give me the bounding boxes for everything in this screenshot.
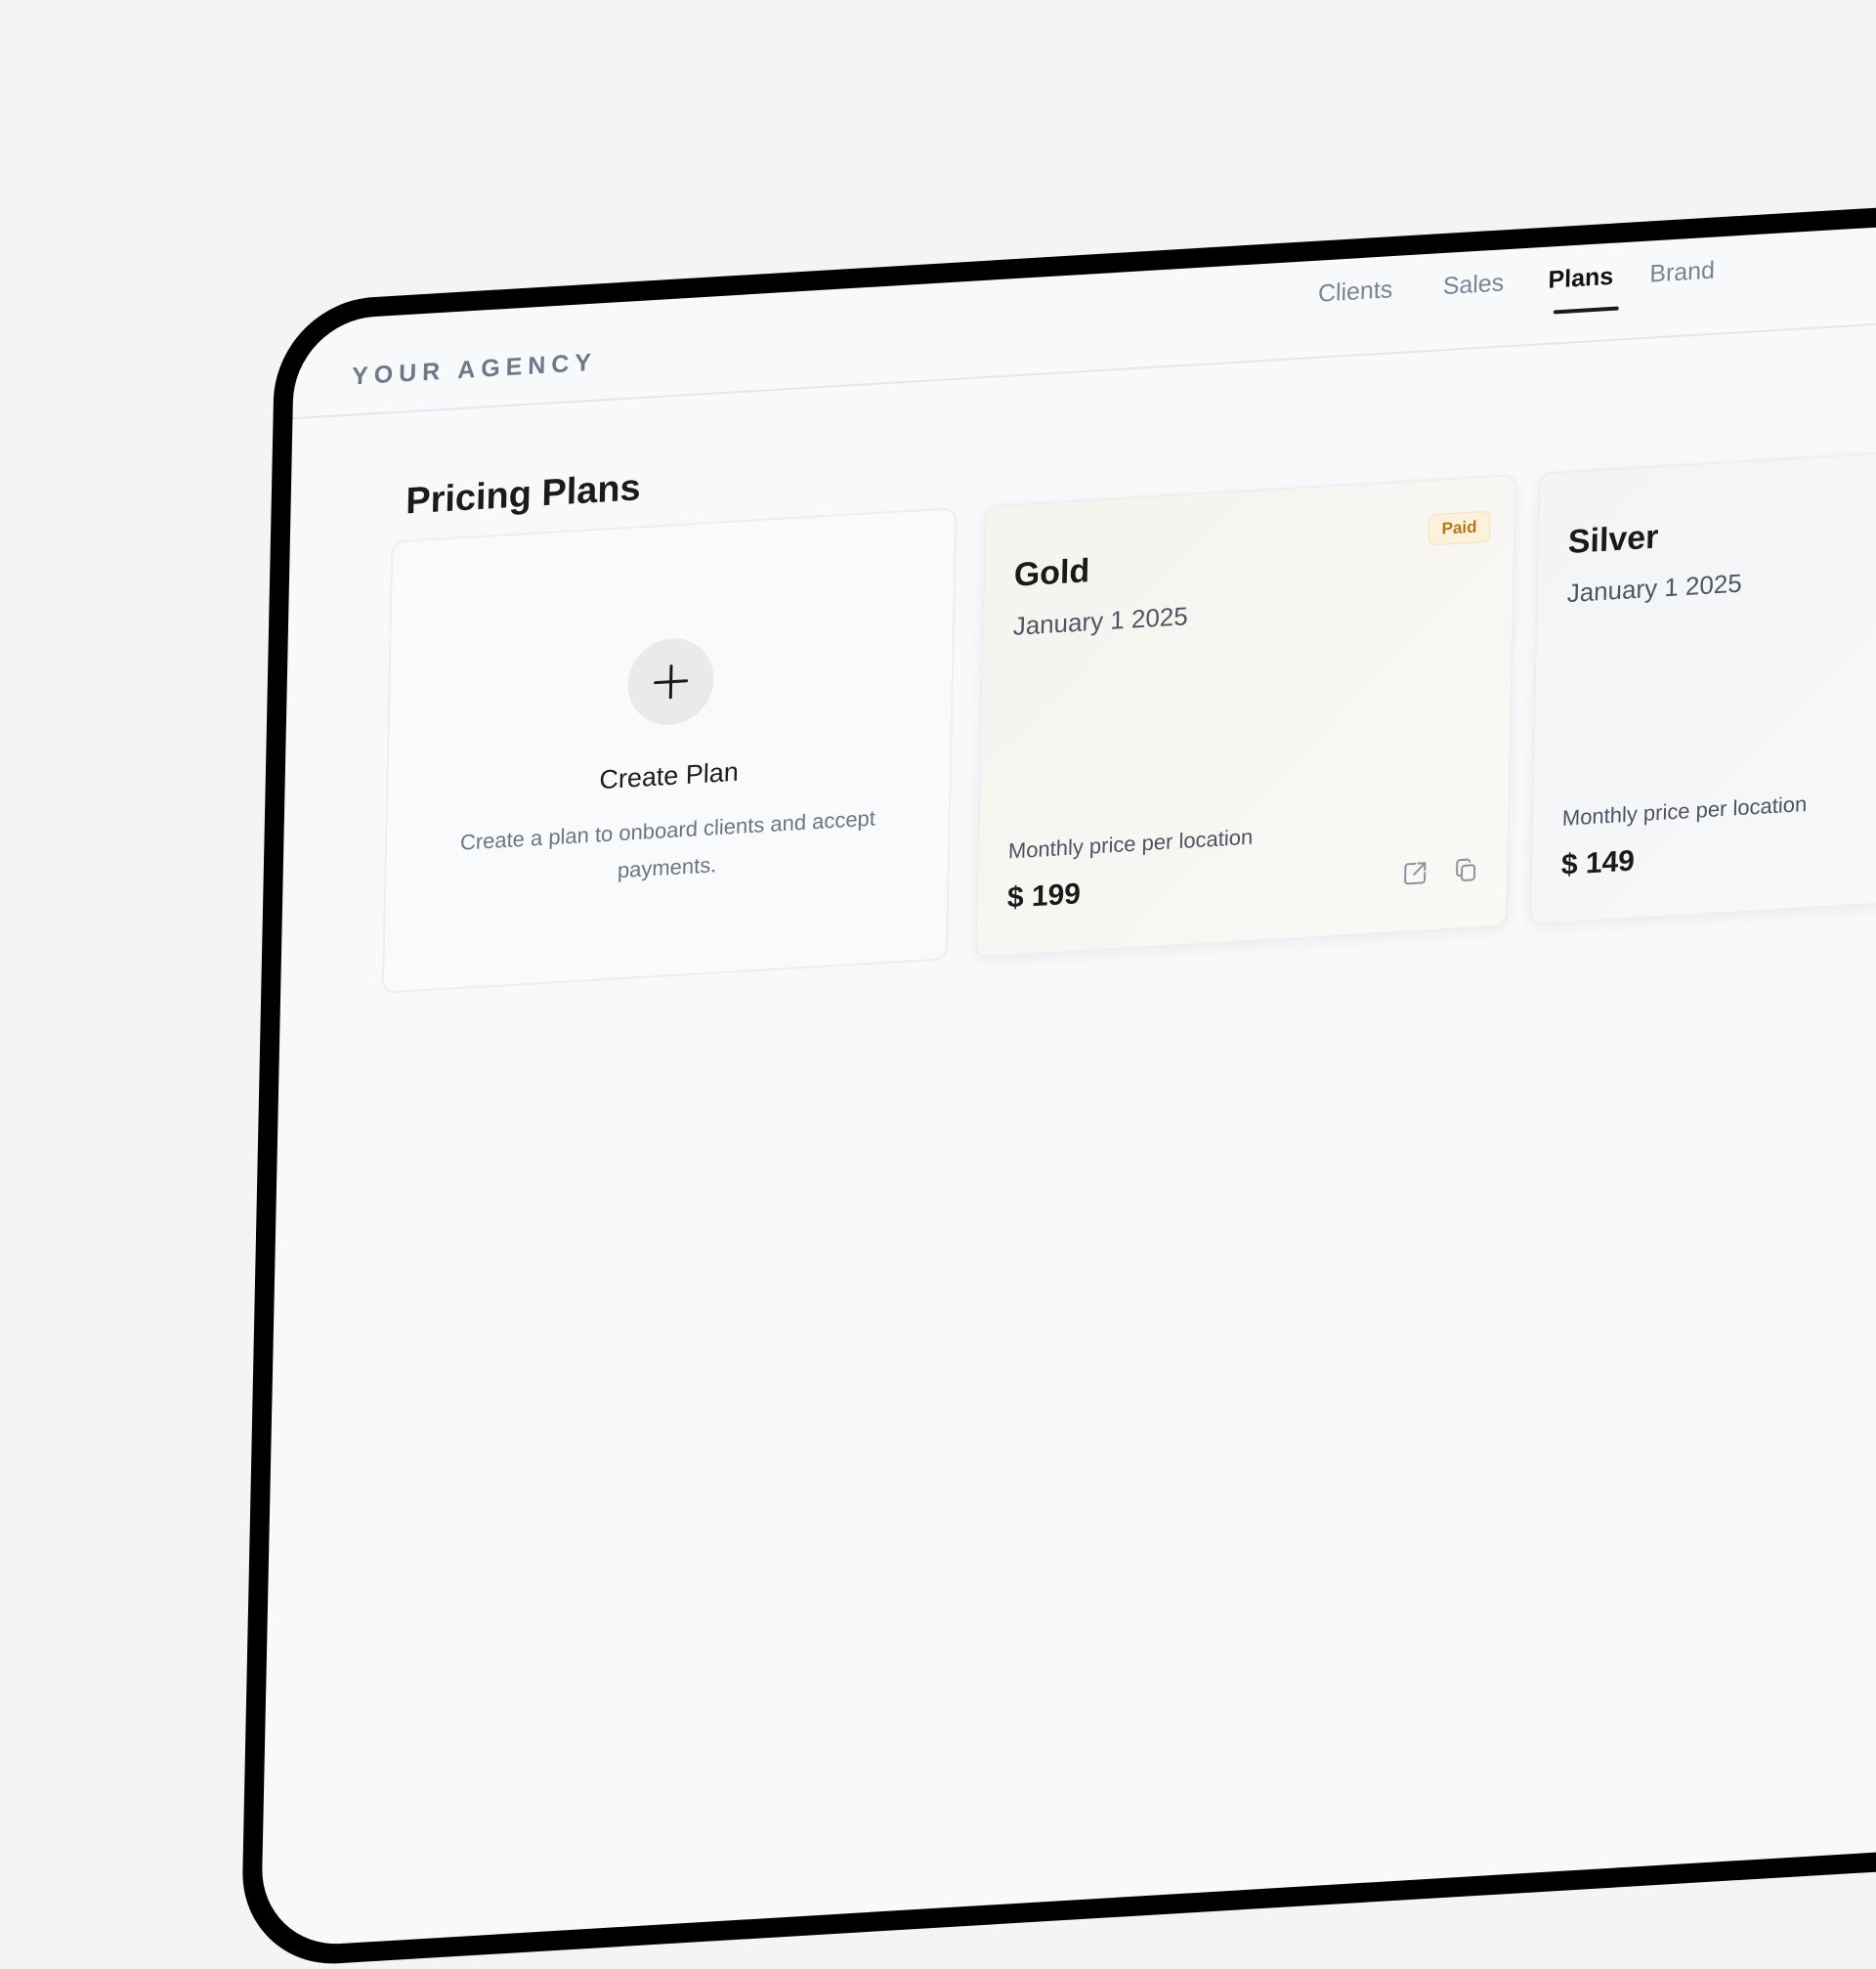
price-value: $ 149: [1560, 844, 1636, 882]
create-plan-description: Create a plan to onboard clients and acc…: [459, 805, 876, 883]
agency-logo[interactable]: YOUR AGENCY: [352, 349, 597, 392]
plan-name: Gold: [1013, 552, 1090, 594]
plan-card-gold[interactable]: Gold January 1 2025 Paid Monthly price p…: [974, 473, 1517, 959]
nav-item-plans[interactable]: Plans: [1548, 263, 1613, 315]
plus-icon[interactable]: [626, 635, 715, 728]
price-label: Monthly price per location: [1561, 791, 1808, 831]
price-label: Monthly price per location: [1007, 824, 1254, 864]
price-value: $ 199: [1006, 877, 1082, 915]
page-title: Pricing Plans: [405, 467, 642, 523]
external-link-icon[interactable]: [1399, 857, 1431, 890]
nav-item-clients[interactable]: Clients: [1317, 276, 1393, 328]
top-navigation-bar: YOUR AGENCY Clients Sales Plans Brand: [292, 195, 1876, 420]
plan-actions: [1399, 854, 1482, 890]
plan-card-silver[interactable]: Silver January 1 2025 Monthly price per …: [1528, 441, 1876, 926]
plan-date: January 1 2025: [1012, 601, 1189, 641]
nav-item-sales[interactable]: Sales: [1442, 269, 1504, 321]
plan-date: January 1 2025: [1566, 568, 1743, 609]
status-badge: Paid: [1428, 510, 1491, 546]
copy-icon[interactable]: [1450, 854, 1482, 887]
app-screen: YOUR AGENCY Clients Sales Plans Brand Pr…: [260, 195, 1876, 1948]
create-plan-title: Create Plan: [599, 756, 740, 795]
plan-name: Silver: [1567, 518, 1659, 562]
create-plan-card[interactable]: Create Plan Create a plan to onboard cli…: [381, 507, 958, 994]
device-frame: YOUR AGENCY Clients Sales Plans Brand Pr…: [240, 175, 1876, 1969]
nav-item-brand[interactable]: Brand: [1649, 257, 1715, 309]
